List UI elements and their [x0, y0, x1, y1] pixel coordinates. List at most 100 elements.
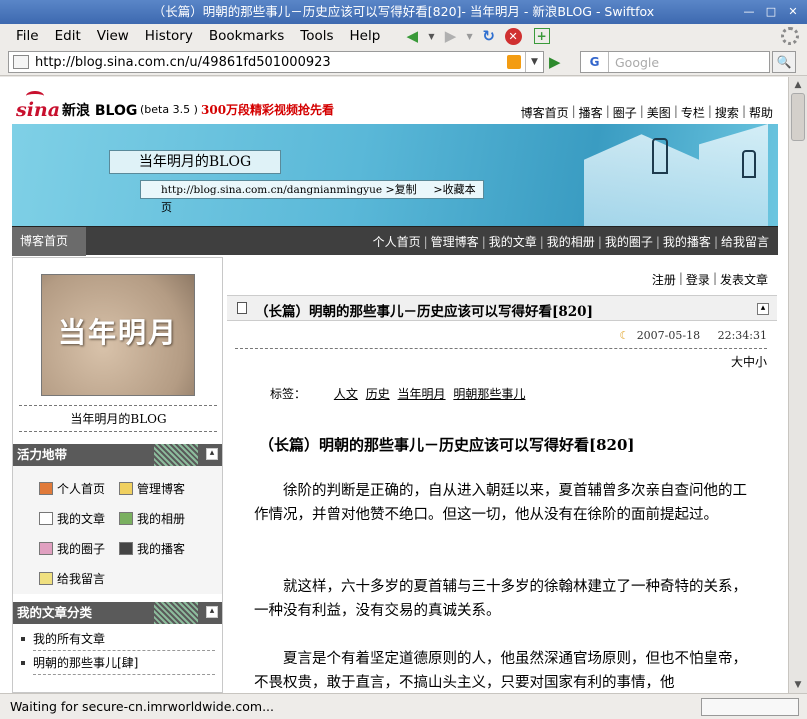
- menu-view[interactable]: View: [89, 28, 137, 44]
- address-dropdown-icon[interactable]: ▼: [525, 52, 543, 72]
- search-icon[interactable]: 🔍: [772, 51, 796, 73]
- func-label: 给我留言: [57, 572, 106, 586]
- article-area: 注册 | 登录 | 发表文章 （长篇）明朝的那些事儿－历史应该可以写得好看[820]…: [227, 257, 777, 693]
- forward-icon[interactable]: ▶: [440, 26, 460, 46]
- back-dropdown-icon[interactable]: ▼: [428, 32, 434, 41]
- search-box[interactable]: G Google: [580, 51, 770, 73]
- menu-tools[interactable]: Tools: [292, 28, 341, 44]
- site-header: sina 新浪 BLOG (beta 3.5 ) 300万段精彩视频抢先看 博客…: [12, 87, 778, 125]
- go-icon[interactable]: ▶: [549, 53, 567, 71]
- scroll-down-icon[interactable]: ▼: [789, 677, 807, 693]
- nav-my-podcast[interactable]: 我的播客: [660, 233, 714, 250]
- menu-edit[interactable]: Edit: [47, 28, 89, 44]
- func-manage-blog[interactable]: 管理博客: [119, 480, 185, 497]
- divider: [33, 650, 215, 651]
- rss-icon[interactable]: [507, 55, 521, 69]
- collapse-icon[interactable]: ▴: [206, 448, 218, 460]
- post-datetime: ☾ 2007-05-18 22:34:31: [619, 329, 767, 342]
- toplink-blog-home[interactable]: 博客首页: [518, 104, 572, 121]
- func-label: 个人首页: [57, 482, 106, 496]
- nav-personal-home[interactable]: 个人首页: [370, 233, 424, 250]
- action-links: 注册 | 登录 | 发表文章: [649, 271, 771, 288]
- throbber-icon: [781, 27, 799, 45]
- top-links: 博客首页 | 播客 | 圈子 | 美图 | 专栏 | 搜索 | 帮助: [518, 104, 776, 121]
- func-leave-message[interactable]: 给我留言: [39, 570, 105, 587]
- status-bar: Waiting for secure-cn.imrworldwide.com..…: [0, 693, 807, 719]
- blog-page: sina 新浪 BLOG (beta 3.5 ) 300万段精彩视频抢先看 博客…: [12, 77, 778, 693]
- register-link[interactable]: 注册: [649, 271, 679, 288]
- address-bar[interactable]: http://blog.sina.com.cn/u/49861fd5010009…: [8, 51, 544, 73]
- post-article-link[interactable]: 发表文章: [717, 271, 771, 288]
- scroll-thumb[interactable]: [791, 93, 805, 141]
- sina-logo[interactable]: sina: [16, 91, 60, 121]
- vertical-scrollbar[interactable]: ▲ ▼: [788, 77, 807, 693]
- article-title: （长篇）明朝的那些事儿－历史应该可以写得好看[820]: [259, 434, 635, 455]
- article-header-title: （长篇）明朝的那些事儿－历史应该可以写得好看[820]: [255, 300, 593, 320]
- avatar[interactable]: 当年明月: [41, 274, 195, 396]
- stop-icon[interactable]: ✕: [504, 27, 522, 45]
- owner-name-cn: 当年明月的: [70, 412, 131, 426]
- brand-name[interactable]: 新浪 BLOG: [62, 100, 137, 120]
- tag-link[interactable]: 当年明月: [398, 387, 446, 401]
- pencil-note-icon: [39, 572, 53, 585]
- menu-help[interactable]: Help: [342, 28, 389, 44]
- nav-my-articles[interactable]: 我的文章: [486, 233, 540, 250]
- functions-panel: 个人首页 管理博客 我的文章 我的相册 我的圈子 我的播客 给我留言: [13, 466, 222, 594]
- owner-name-en: BLOG: [130, 412, 167, 426]
- divider: [33, 674, 215, 675]
- picture-icon: [119, 512, 133, 525]
- menu-file[interactable]: File: [8, 28, 47, 44]
- collapse-icon[interactable]: ▴: [757, 303, 769, 315]
- toplink-circle[interactable]: 圈子: [610, 104, 640, 121]
- toplink-podcast[interactable]: 播客: [576, 104, 606, 121]
- toplink-photo[interactable]: 美图: [644, 104, 674, 121]
- minimize-icon[interactable]: —: [741, 4, 757, 20]
- func-my-podcast[interactable]: 我的播客: [119, 540, 185, 557]
- window-title: （长篇）明朝的那些事儿－历史应该可以写得好看[820]- 当年明月 - 新浪BL…: [152, 4, 655, 19]
- article-paragraph: 徐阶的判断是正确的，自从进入朝廷以来，夏首辅曾多次亲自查问他的工作情况，并曾对他…: [254, 483, 747, 523]
- promo-link[interactable]: 300万段精彩视频抢先看: [201, 101, 334, 118]
- list-item[interactable]: 我的所有文章: [19, 630, 215, 648]
- categories-title: 我的文章分类: [17, 605, 93, 620]
- scroll-up-icon[interactable]: ▲: [789, 77, 807, 93]
- tag-link[interactable]: 人文: [334, 387, 358, 401]
- toplink-search[interactable]: 搜索: [712, 104, 742, 121]
- post-date: 2007-05-18: [636, 329, 701, 342]
- nav-my-circle[interactable]: 我的圈子: [602, 233, 656, 250]
- collapse-icon[interactable]: ▴: [206, 606, 218, 618]
- nav-leave-message[interactable]: 给我留言: [718, 233, 772, 250]
- func-my-album[interactable]: 我的相册: [119, 510, 185, 527]
- copy-link[interactable]: >复制: [385, 183, 416, 196]
- address-text[interactable]: http://blog.sina.com.cn/u/49861fd5010009…: [35, 55, 507, 70]
- blog-title: 当年明月的BLOG: [109, 150, 281, 174]
- toplink-help[interactable]: 帮助: [746, 104, 776, 121]
- close-icon[interactable]: ✕: [785, 4, 801, 20]
- tag-link[interactable]: 明朝那些事儿: [453, 387, 525, 401]
- func-my-circle[interactable]: 我的圈子: [39, 540, 105, 557]
- tag-link[interactable]: 历史: [366, 387, 390, 401]
- reload-icon[interactable]: ↻: [479, 26, 499, 46]
- login-link[interactable]: 登录: [683, 271, 713, 288]
- new-tab-icon[interactable]: +: [533, 28, 550, 44]
- list-item[interactable]: 明朝的那些事儿[肆]: [19, 654, 215, 672]
- blog-banner: 当年明月的BLOG http://blog.sina.com.cn/dangni…: [12, 124, 778, 226]
- func-my-articles[interactable]: 我的文章: [39, 510, 105, 527]
- menu-history[interactable]: History: [137, 28, 201, 44]
- func-personal-home[interactable]: 个人首页: [39, 480, 105, 497]
- nav-manage-blog[interactable]: 管理博客: [428, 233, 482, 250]
- font-size-switch[interactable]: 大中小: [731, 353, 767, 370]
- search-engine-icon[interactable]: G: [581, 52, 609, 72]
- lamp-illustration: [742, 150, 756, 178]
- forward-dropdown-icon[interactable]: ▼: [466, 32, 472, 41]
- search-input[interactable]: Google: [609, 55, 659, 70]
- toplink-column[interactable]: 专栏: [678, 104, 708, 121]
- back-icon[interactable]: ◀: [402, 26, 422, 46]
- video-icon: [119, 542, 133, 555]
- maximize-icon[interactable]: □: [763, 4, 779, 20]
- article-paragraph: 就这样，六十多岁的夏首辅与三十多岁的徐翰林建立了一种奇特的关系，一种没有利益，没…: [254, 579, 747, 619]
- func-label: 我的文章: [57, 512, 106, 526]
- menu-bookmarks[interactable]: Bookmarks: [201, 28, 292, 44]
- nav-my-album[interactable]: 我的相册: [544, 233, 598, 250]
- header-title-text: （长篇）明朝的那些事儿－历史应该可以写得好看: [255, 304, 552, 320]
- nav-blog-home[interactable]: 博客首页: [12, 227, 86, 256]
